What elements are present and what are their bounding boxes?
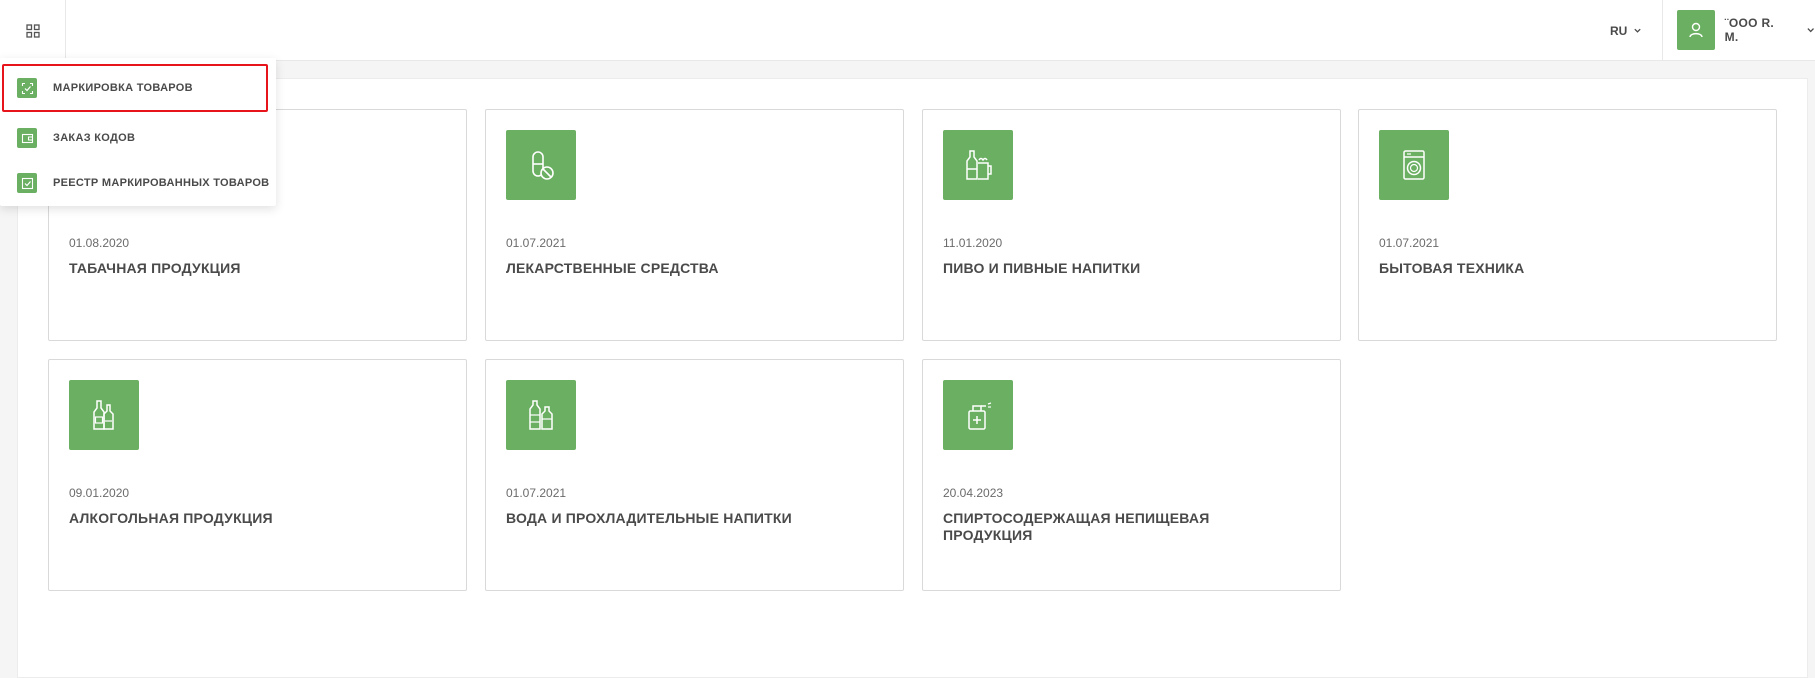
menu-item-label: РЕЕСТР МАРКИРОВАННЫХ ТОВАРОВ (53, 177, 270, 189)
card-date: 20.04.2023 (943, 486, 1004, 500)
user-menu[interactable]: ¨OOO R. M. (1677, 9, 1815, 51)
product-card-alcohol[interactable]: 09.01.2020 АЛКОГОЛЬНАЯ ПРОДУКЦИЯ (48, 359, 467, 591)
beer-icon (943, 130, 1013, 200)
grid-icon (25, 23, 40, 38)
product-card-water[interactable]: 01.07.2021 ВОДА И ПРОХЛАДИТЕЛЬНЫЕ НАПИТК… (485, 359, 904, 591)
product-card-sanitizer[interactable]: 20.04.2023 СПИРТОСОДЕРЖАЩАЯ НЕПИЩЕВАЯ ПР… (922, 359, 1341, 591)
card-title: БЫТОВАЯ ТЕХНИКА (1379, 260, 1525, 276)
pill-icon (506, 130, 576, 200)
card-title: СПИРТОСОДЕРЖАЩАЯ НЕПИЩЕВАЯ ПРОДУКЦИЯ (943, 510, 1210, 543)
card-date: 09.01.2020 (69, 486, 130, 500)
card-title: ВОДА И ПРОХЛАДИТЕЛЬНЫЕ НАПИТКИ (506, 510, 792, 526)
card-date: 01.07.2021 (1379, 236, 1440, 250)
product-card-medicines[interactable]: 01.07.2021 ЛЕКАРСТВЕННЫЕ СРЕДСТВА (485, 109, 904, 341)
card-title: ПИВО И ПИВНЫЕ НАПИТКИ (943, 260, 1141, 276)
language-selector[interactable]: RU (1610, 0, 1642, 61)
sanitizer-icon (943, 380, 1013, 450)
top-bar: RU ¨OOO R. M. (0, 0, 1815, 61)
card-title: ТАБАЧНАЯ ПРОДУКЦИЯ (69, 260, 241, 276)
menu-item-marked-goods-registry[interactable]: РЕЕСТР МАРКИРОВАННЫХ ТОВАРОВ (0, 161, 276, 205)
product-card-appliances[interactable]: 01.07.2021 БЫТОВАЯ ТЕХНИКА (1358, 109, 1777, 341)
language-label: RU (1610, 23, 1628, 38)
water-icon (506, 380, 576, 450)
chevron-down-icon (1807, 28, 1814, 33)
menu-item-code-order[interactable]: ЗАКАЗ КОДОВ (0, 116, 276, 160)
apps-dropdown-menu: МАРКИРОВКА ТОВАРОВ ЗАКАЗ КОДОВ РЕЕСТР МА… (0, 58, 276, 206)
menu-item-label: МАРКИРОВКА ТОВАРОВ (53, 82, 193, 94)
wallet-icon (17, 128, 37, 148)
bottles-icon (69, 380, 139, 450)
card-title: АЛКОГОЛЬНАЯ ПРОДУКЦИЯ (69, 510, 273, 526)
card-date: 01.08.2020 (69, 236, 130, 250)
header-divider (1662, 0, 1663, 61)
user-name: ¨OOO R. M. (1724, 16, 1775, 44)
washing-machine-icon (1379, 130, 1449, 200)
menu-item-goods-marking[interactable]: МАРКИРОВКА ТОВАРОВ (2, 64, 268, 112)
card-date: 11.01.2020 (943, 236, 1003, 250)
menu-item-label: ЗАКАЗ КОДОВ (53, 132, 136, 144)
card-date: 01.07.2021 (506, 486, 567, 500)
avatar (1677, 10, 1715, 50)
marking-icon (17, 78, 37, 98)
product-card-beer[interactable]: 11.01.2020 ПИВО И ПИВНЫЕ НАПИТКИ (922, 109, 1341, 341)
chevron-down-icon (1634, 28, 1641, 33)
card-date: 01.07.2021 (506, 236, 567, 250)
checkbox-icon (17, 173, 37, 193)
apps-menu-button[interactable] (0, 0, 66, 61)
user-icon (1689, 22, 1703, 38)
card-title: ЛЕКАРСТВЕННЫЕ СРЕДСТВА (506, 260, 719, 276)
